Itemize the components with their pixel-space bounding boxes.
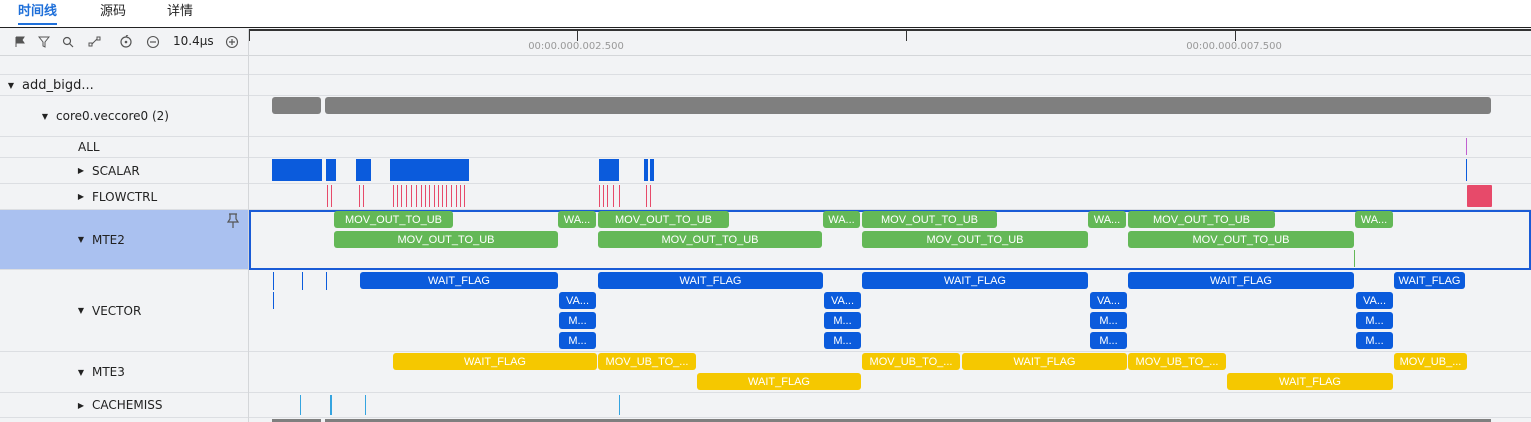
vector-bar[interactable]: M... (824, 312, 861, 329)
spacer-row (0, 57, 1531, 75)
vector-bar[interactable]: M... (1356, 332, 1393, 349)
core-label: core0.veccore0 (2) (56, 109, 169, 123)
tree-row-cachemiss[interactable]: ▶ CACHEMISS (0, 393, 1531, 418)
mte3-bar[interactable]: WAIT_FLAG (1227, 373, 1393, 390)
mte3-bar[interactable]: MOV_UB_TO_... (1128, 353, 1226, 370)
pin-icon[interactable] (226, 213, 240, 229)
mte2-bar[interactable]: MOV_OUT_TO_UB (598, 231, 822, 248)
pane-divider[interactable] (248, 29, 249, 422)
tab-bar: 时间线 源码 详情 (0, 0, 1531, 28)
zoom-level: 10.4μs (173, 34, 214, 48)
mte2-bar[interactable]: WA... (1088, 211, 1126, 228)
scalar-bar[interactable] (644, 159, 648, 181)
root-label: add_bigd... (22, 77, 94, 93)
vector-bar[interactable]: VA... (559, 292, 596, 309)
vector-label: VECTOR (92, 303, 142, 318)
ruler-tick (577, 31, 578, 41)
timeline-toolbar: 10.4μs (0, 29, 249, 56)
vector-bar[interactable]: VA... (1356, 292, 1393, 309)
filter-icon[interactable] (36, 34, 52, 50)
vector-bar[interactable]: VA... (824, 292, 861, 309)
core-bar[interactable] (272, 97, 321, 114)
tab-timeline[interactable]: 时间线 (18, 3, 58, 25)
mte3-bar[interactable]: MOV_UB_... (1394, 353, 1467, 370)
flowctrl-bar[interactable] (1467, 185, 1492, 207)
mte2-bar[interactable]: MOV_OUT_TO_UB (1128, 211, 1275, 228)
ruler-label: 00:00.000.007.500 (1186, 41, 1282, 52)
mte2-bar[interactable]: MOV_OUT_TO_UB (862, 231, 1088, 248)
tree-row-flowctrl[interactable]: ▶ FLOWCTRL (0, 184, 1531, 210)
search-icon[interactable] (60, 34, 76, 50)
all-label: ALL (78, 140, 100, 154)
vector-bar[interactable]: WAIT_FLAG (862, 272, 1088, 289)
scalar-bar[interactable] (326, 159, 336, 181)
zoom-out-icon[interactable] (145, 34, 161, 50)
vector-bar[interactable]: VA... (1090, 292, 1127, 309)
mte3-label: MTE3 (92, 365, 125, 379)
tree-row-all[interactable]: ALL (0, 137, 1531, 158)
flag-icon[interactable] (12, 34, 28, 50)
vector-bar[interactable]: M... (559, 312, 596, 329)
tree-row-scalar[interactable]: ▶ SCALAR (0, 158, 1531, 184)
scalar-bar[interactable] (599, 159, 619, 181)
vector-bar[interactable]: WAIT_FLAG (1394, 272, 1465, 289)
caret-down-icon[interactable]: ▼ (76, 306, 86, 315)
mte2-bar[interactable]: MOV_OUT_TO_UB (1128, 231, 1354, 248)
vector-bar[interactable]: M... (824, 332, 861, 349)
mte3-bar[interactable]: WAIT_FLAG (962, 353, 1127, 370)
scalar-label: SCALAR (92, 163, 140, 178)
mte2-bar[interactable]: MOV_OUT_TO_UB (862, 211, 997, 228)
core-bar[interactable] (325, 97, 1491, 114)
vector-bar[interactable]: WAIT_FLAG (1128, 272, 1354, 289)
caret-right-icon[interactable]: ▶ (76, 401, 86, 410)
mte2-bar[interactable]: MOV_OUT_TO_UB (334, 211, 453, 228)
vector-bar[interactable]: WAIT_FLAG (598, 272, 823, 289)
scalar-bar[interactable] (390, 159, 469, 181)
caret-down-icon[interactable]: ▼ (40, 112, 50, 121)
caret-right-icon[interactable]: ▶ (76, 192, 86, 201)
cachemiss-label: CACHEMISS (92, 398, 163, 412)
ruler-tick (249, 31, 250, 41)
tab-source[interactable]: 源码 (100, 3, 126, 25)
vector-bar[interactable]: WAIT_FLAG (360, 272, 558, 289)
scalar-bar[interactable] (272, 159, 322, 181)
vector-bar[interactable]: M... (559, 332, 596, 349)
mte2-bar[interactable]: WA... (558, 211, 596, 228)
tab-details[interactable]: 详情 (167, 3, 193, 25)
tree-row-root[interactable]: ▼ add_bigd... (0, 75, 1531, 96)
mte3-bar[interactable]: WAIT_FLAG (697, 373, 861, 390)
caret-down-icon[interactable]: ▼ (6, 81, 16, 90)
reset-icon[interactable] (118, 34, 134, 50)
mte2-bar[interactable]: MOV_OUT_TO_UB (334, 231, 558, 248)
mte2-label: MTE2 (92, 232, 125, 247)
vector-bar[interactable]: M... (1090, 312, 1127, 329)
marker-icon[interactable] (87, 34, 103, 50)
caret-right-icon[interactable]: ▶ (76, 166, 86, 175)
ruler-tick (906, 31, 907, 41)
zoom-in-icon[interactable] (224, 34, 240, 50)
ruler-tick (1235, 31, 1236, 41)
caret-down-icon[interactable]: ▼ (76, 368, 86, 377)
caret-down-icon[interactable]: ▼ (76, 235, 86, 244)
scalar-bar[interactable] (650, 159, 654, 181)
mte3-bar[interactable]: WAIT_FLAG (393, 353, 597, 370)
mte2-bar[interactable]: WA... (823, 211, 860, 228)
mte2-bar[interactable]: MOV_OUT_TO_UB (598, 211, 729, 228)
vector-bar[interactable]: M... (1090, 332, 1127, 349)
flowctrl-label: FLOWCTRL (92, 189, 158, 204)
scalar-bar[interactable] (356, 159, 371, 181)
vector-bar[interactable]: M... (1356, 312, 1393, 329)
ruler-label: 00:00.000.002.500 (528, 41, 624, 52)
mte3-bar[interactable]: MOV_UB_TO_... (598, 353, 696, 370)
mte3-bar[interactable]: MOV_UB_TO_... (862, 353, 960, 370)
time-ruler[interactable]: 00:00.000.002.500 00:00.000.007.500 (249, 29, 1531, 56)
mte2-bar[interactable]: WA... (1355, 211, 1393, 228)
